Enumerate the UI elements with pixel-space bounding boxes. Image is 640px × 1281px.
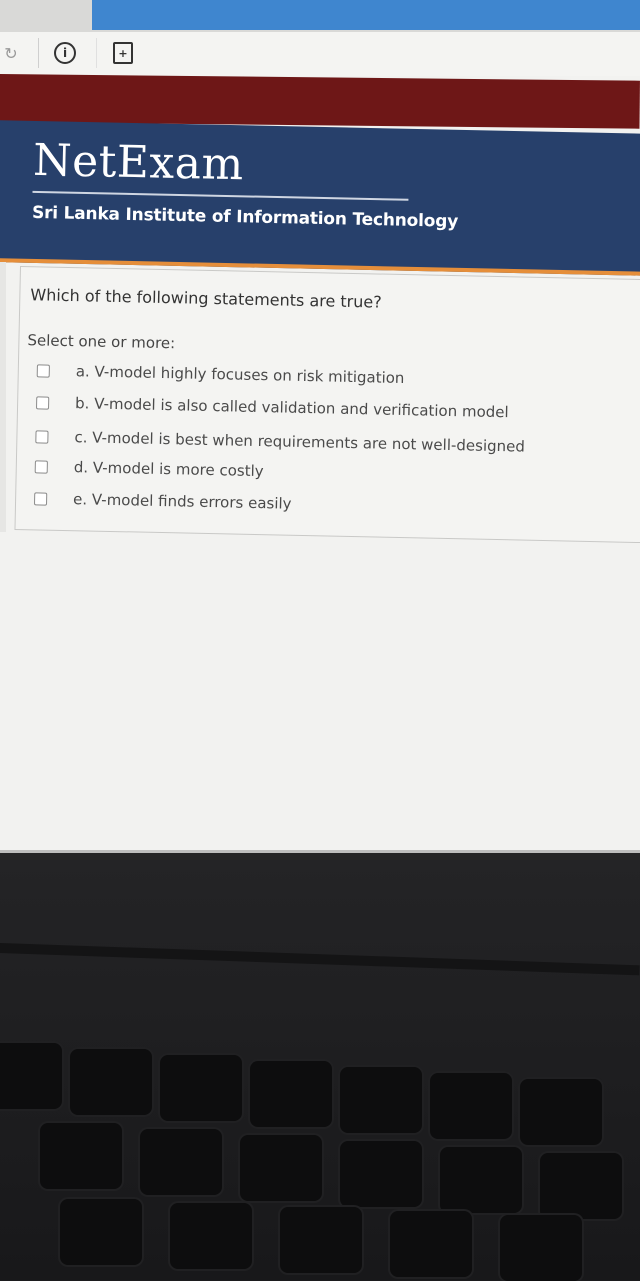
keyboard-key bbox=[280, 1207, 362, 1273]
keyboard-key bbox=[240, 1135, 322, 1201]
tab-strip bbox=[0, 0, 640, 32]
option-label-e: e. V-model finds errors easily bbox=[72, 490, 292, 513]
keyboard-key bbox=[70, 1049, 152, 1115]
card-edge bbox=[0, 262, 6, 532]
answer-option-e[interactable]: e. V-model finds errors easily bbox=[34, 485, 292, 516]
keyboard-key bbox=[40, 1123, 122, 1189]
option-label-a: a. V-model highly focuses on risk mitiga… bbox=[75, 362, 405, 388]
keyboard-key bbox=[340, 1067, 422, 1133]
checkbox-c[interactable] bbox=[35, 429, 49, 444]
keyboard-key bbox=[440, 1147, 522, 1213]
checkbox-b[interactable] bbox=[36, 395, 50, 410]
laptop-body bbox=[0, 853, 640, 1281]
checkbox-e[interactable] bbox=[34, 491, 48, 506]
page-icon[interactable]: + bbox=[110, 40, 136, 66]
toolbar-divider bbox=[96, 38, 97, 68]
keyboard-key bbox=[430, 1073, 512, 1139]
keyboard-key bbox=[520, 1079, 602, 1145]
page-glyph: + bbox=[113, 42, 133, 64]
keyboard-key bbox=[160, 1055, 242, 1121]
institution-name: Sri Lanka Institute of Information Techn… bbox=[31, 202, 459, 232]
option-label-c: c. V-model is best when requirements are… bbox=[74, 428, 526, 456]
toolbar-divider bbox=[38, 38, 39, 68]
answer-prompt: Select one or more: bbox=[27, 331, 176, 353]
site-header: NetExam Sri Lanka Institute of Informati… bbox=[0, 120, 640, 277]
keyboard-key bbox=[170, 1203, 252, 1269]
site-top-bar bbox=[0, 74, 640, 129]
laptop-hinge bbox=[0, 943, 640, 976]
brand-logo[interactable]: NetExam bbox=[33, 135, 245, 190]
keyboard-key bbox=[0, 1043, 62, 1109]
info-icon[interactable]: i bbox=[52, 40, 78, 66]
question-card: Which of the following statements are tr… bbox=[14, 266, 640, 544]
option-label-b: b. V-model is also called validation and… bbox=[74, 394, 509, 422]
keyboard-key bbox=[390, 1211, 472, 1277]
option-label-d: d. V-model is more costly bbox=[73, 458, 264, 481]
brand-divider bbox=[32, 190, 409, 201]
answer-option-a[interactable]: a. V-model highly focuses on risk mitiga… bbox=[36, 357, 405, 391]
question-text: Which of the following statements are tr… bbox=[30, 285, 382, 312]
keyboard-key bbox=[140, 1129, 222, 1195]
keyboard-key bbox=[540, 1153, 622, 1219]
checkbox-d[interactable] bbox=[34, 459, 48, 474]
keyboard-key bbox=[340, 1141, 422, 1207]
answer-option-b[interactable]: b. V-model is also called validation and… bbox=[36, 389, 509, 425]
reload-icon[interactable]: ↻ bbox=[0, 40, 22, 66]
active-tab[interactable] bbox=[92, 0, 640, 30]
monitor-screen: ↻ i + NetExam Sri Lanka Institute of Inf… bbox=[0, 0, 640, 853]
keyboard-key bbox=[500, 1215, 582, 1281]
keyboard-key bbox=[250, 1061, 332, 1127]
checkbox-a[interactable] bbox=[36, 363, 50, 378]
keyboard-key bbox=[60, 1199, 142, 1265]
info-glyph: i bbox=[54, 42, 76, 64]
address-bar: ↻ i + bbox=[0, 32, 640, 76]
answer-option-d[interactable]: d. V-model is more costly bbox=[34, 453, 264, 484]
